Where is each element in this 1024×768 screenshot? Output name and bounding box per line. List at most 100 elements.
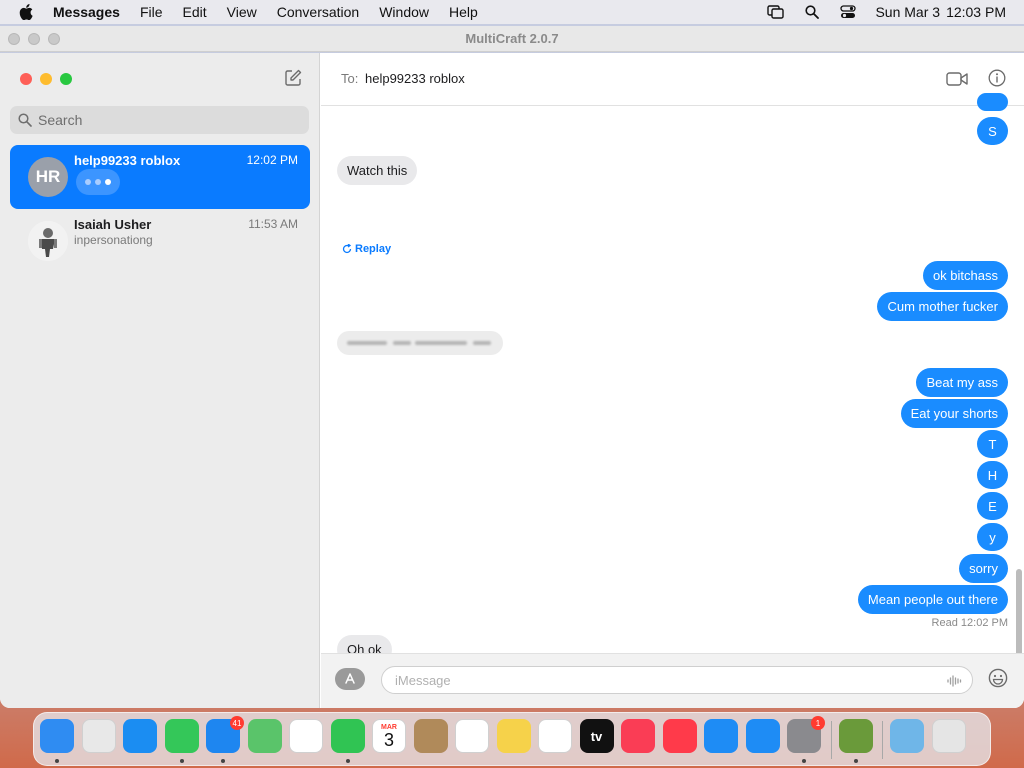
control-center-icon[interactable] [839,4,857,20]
replay-label: Replay [355,243,392,255]
blurred-message-bubble[interactable] [337,331,503,355]
apple-icon[interactable] [19,4,35,20]
audio-waveform-icon[interactable] [946,673,962,689]
minimize-button[interactable] [40,73,52,85]
dock-badge: 41 [230,716,244,730]
facetime-video-icon[interactable] [946,71,968,87]
dock-calendar-icon[interactable]: MAR 3 [372,719,406,753]
message-field[interactable] [381,666,973,694]
messages-window: Search HR help99233 roblox 12:02 PM Isai… [0,53,1024,708]
background-window-title: MultiCraft 2.0.7 [465,31,559,46]
dock-tv-icon[interactable]: tv [579,719,614,753]
dock-badge: 1 [811,716,825,730]
dock-running-indicator [345,759,350,763]
read-receipt: Read 12:02 PM [932,617,1008,629]
menu-file[interactable]: File [140,4,163,20]
recipient-name[interactable]: help99233 roblox [365,71,465,86]
dock-freeform-icon[interactable] [538,719,572,753]
menu-time[interactable]: 12:03 PM [946,4,1006,20]
dock-running-indicator [179,759,184,763]
background-window-titlebar[interactable]: MultiCraft 2.0.7 [0,26,1024,52]
message-bubble-incoming[interactable]: Watch this [337,156,418,185]
dock-messages-icon[interactable] [164,719,199,753]
dock-keynote-icon[interactable] [704,719,738,753]
dock-maps-icon[interactable] [247,719,282,753]
message-bubble-outgoing[interactable]: S [977,117,1008,145]
spotlight-search-icon[interactable] [803,4,821,20]
message-bubble-outgoing[interactable]: T [977,430,1008,458]
search-field[interactable]: Search [10,106,309,134]
search-icon [18,113,32,127]
emoji-icon[interactable] [988,668,1008,688]
menu-date[interactable]: Sun Mar 3 [875,4,940,20]
to-label: To: [341,71,359,86]
avatar [28,221,68,261]
dock-facetime-icon[interactable] [330,719,365,753]
menu-edit[interactable]: Edit [183,4,207,20]
menu-conversation[interactable]: Conversation [277,4,360,20]
message-bubble-outgoing[interactable]: sorry [959,554,1008,583]
conversation-time: 11:53 AM [248,217,298,231]
message-bubble-outgoing[interactable]: Mean people out there [857,585,1008,614]
dock-running-indicator [221,759,225,763]
calendar-day: 3 [383,729,394,750]
dock-notes-icon[interactable] [496,719,531,753]
dock-news-icon[interactable] [662,719,697,753]
dock-finder-icon[interactable] [40,719,74,753]
conversation-time: 12:02 PM [246,153,298,167]
info-icon[interactable] [988,69,1006,87]
message-bubble-outgoing[interactable]: Eat your shorts [900,399,1008,428]
conversation-name: help99233 roblox [74,153,181,168]
input-bar [321,653,1024,708]
message-bubble-outgoing[interactable]: E [977,492,1008,520]
dock-multicraft-icon[interactable] [838,719,873,753]
compose-icon[interactable] [284,69,302,87]
zoom-button[interactable] [60,73,72,85]
read-time: 12:02 PM [960,617,1008,629]
screen-mirroring-icon[interactable] [767,4,785,20]
conversation-item-help99233[interactable]: HR help99233 roblox 12:02 PM [10,145,310,209]
message-thread: S Watch this Replay ok bitchass Cum moth… [321,93,1024,703]
dock-trash-icon[interactable] [931,719,966,753]
conversation-pane: To: help99233 roblox S Watch this Replay… [321,53,1024,708]
message-bubble-outgoing[interactable]: Cum mother fucker [877,292,1008,321]
message-input[interactable] [382,667,922,693]
message-bubble-outgoing[interactable]: ok bitchass [922,261,1008,290]
message-bubble-partial [977,93,1008,111]
dock-separator [830,721,832,759]
close-button[interactable] [20,73,32,85]
replay-icon [342,244,352,254]
apps-button[interactable] [335,668,365,690]
dock-photos-icon[interactable] [289,719,323,753]
dock-reminders-icon[interactable] [455,719,489,753]
sidebar: Search HR help99233 roblox 12:02 PM Isai… [0,53,320,708]
conversation-name: Isaiah Usher [74,217,152,232]
conversation-item-isaiah-usher[interactable]: Isaiah Usher 11:53 AM inpersonationg [10,209,310,273]
dock-launchpad-icon[interactable] [81,719,116,753]
menu-view[interactable]: View [227,4,257,20]
dock: 41 MAR 3 tv 1 [33,712,991,766]
dock-app-store-icon[interactable] [745,719,780,753]
menu-bar: Messages File Edit View Conversation Win… [0,0,1024,24]
menu-window[interactable]: Window [379,4,429,20]
dock-music-icon[interactable] [621,719,655,753]
dock-running-indicator [802,759,806,763]
dock-contacts-icon[interactable] [413,719,448,753]
dock-downloads-icon[interactable] [890,719,924,753]
app-store-icon [345,673,355,684]
read-label: Read [931,617,958,629]
conversation-header: To: help99233 roblox [321,53,1024,106]
menu-help[interactable]: Help [449,4,478,20]
avatar: HR [28,157,68,197]
message-bubble-outgoing[interactable]: H [977,461,1008,489]
dock-running-indicator [55,759,59,763]
dock-separator [882,721,883,759]
dock-safari-icon[interactable] [123,719,157,753]
dock-running-indicator [853,759,858,763]
message-bubble-outgoing[interactable]: y [977,523,1008,551]
message-bubble-outgoing[interactable]: Beat my ass [916,368,1008,397]
tv-label: tv [590,728,603,744]
search-placeholder: Search [38,112,83,128]
menu-app-name[interactable]: Messages [53,4,120,20]
replay-button[interactable]: Replay [342,243,391,255]
